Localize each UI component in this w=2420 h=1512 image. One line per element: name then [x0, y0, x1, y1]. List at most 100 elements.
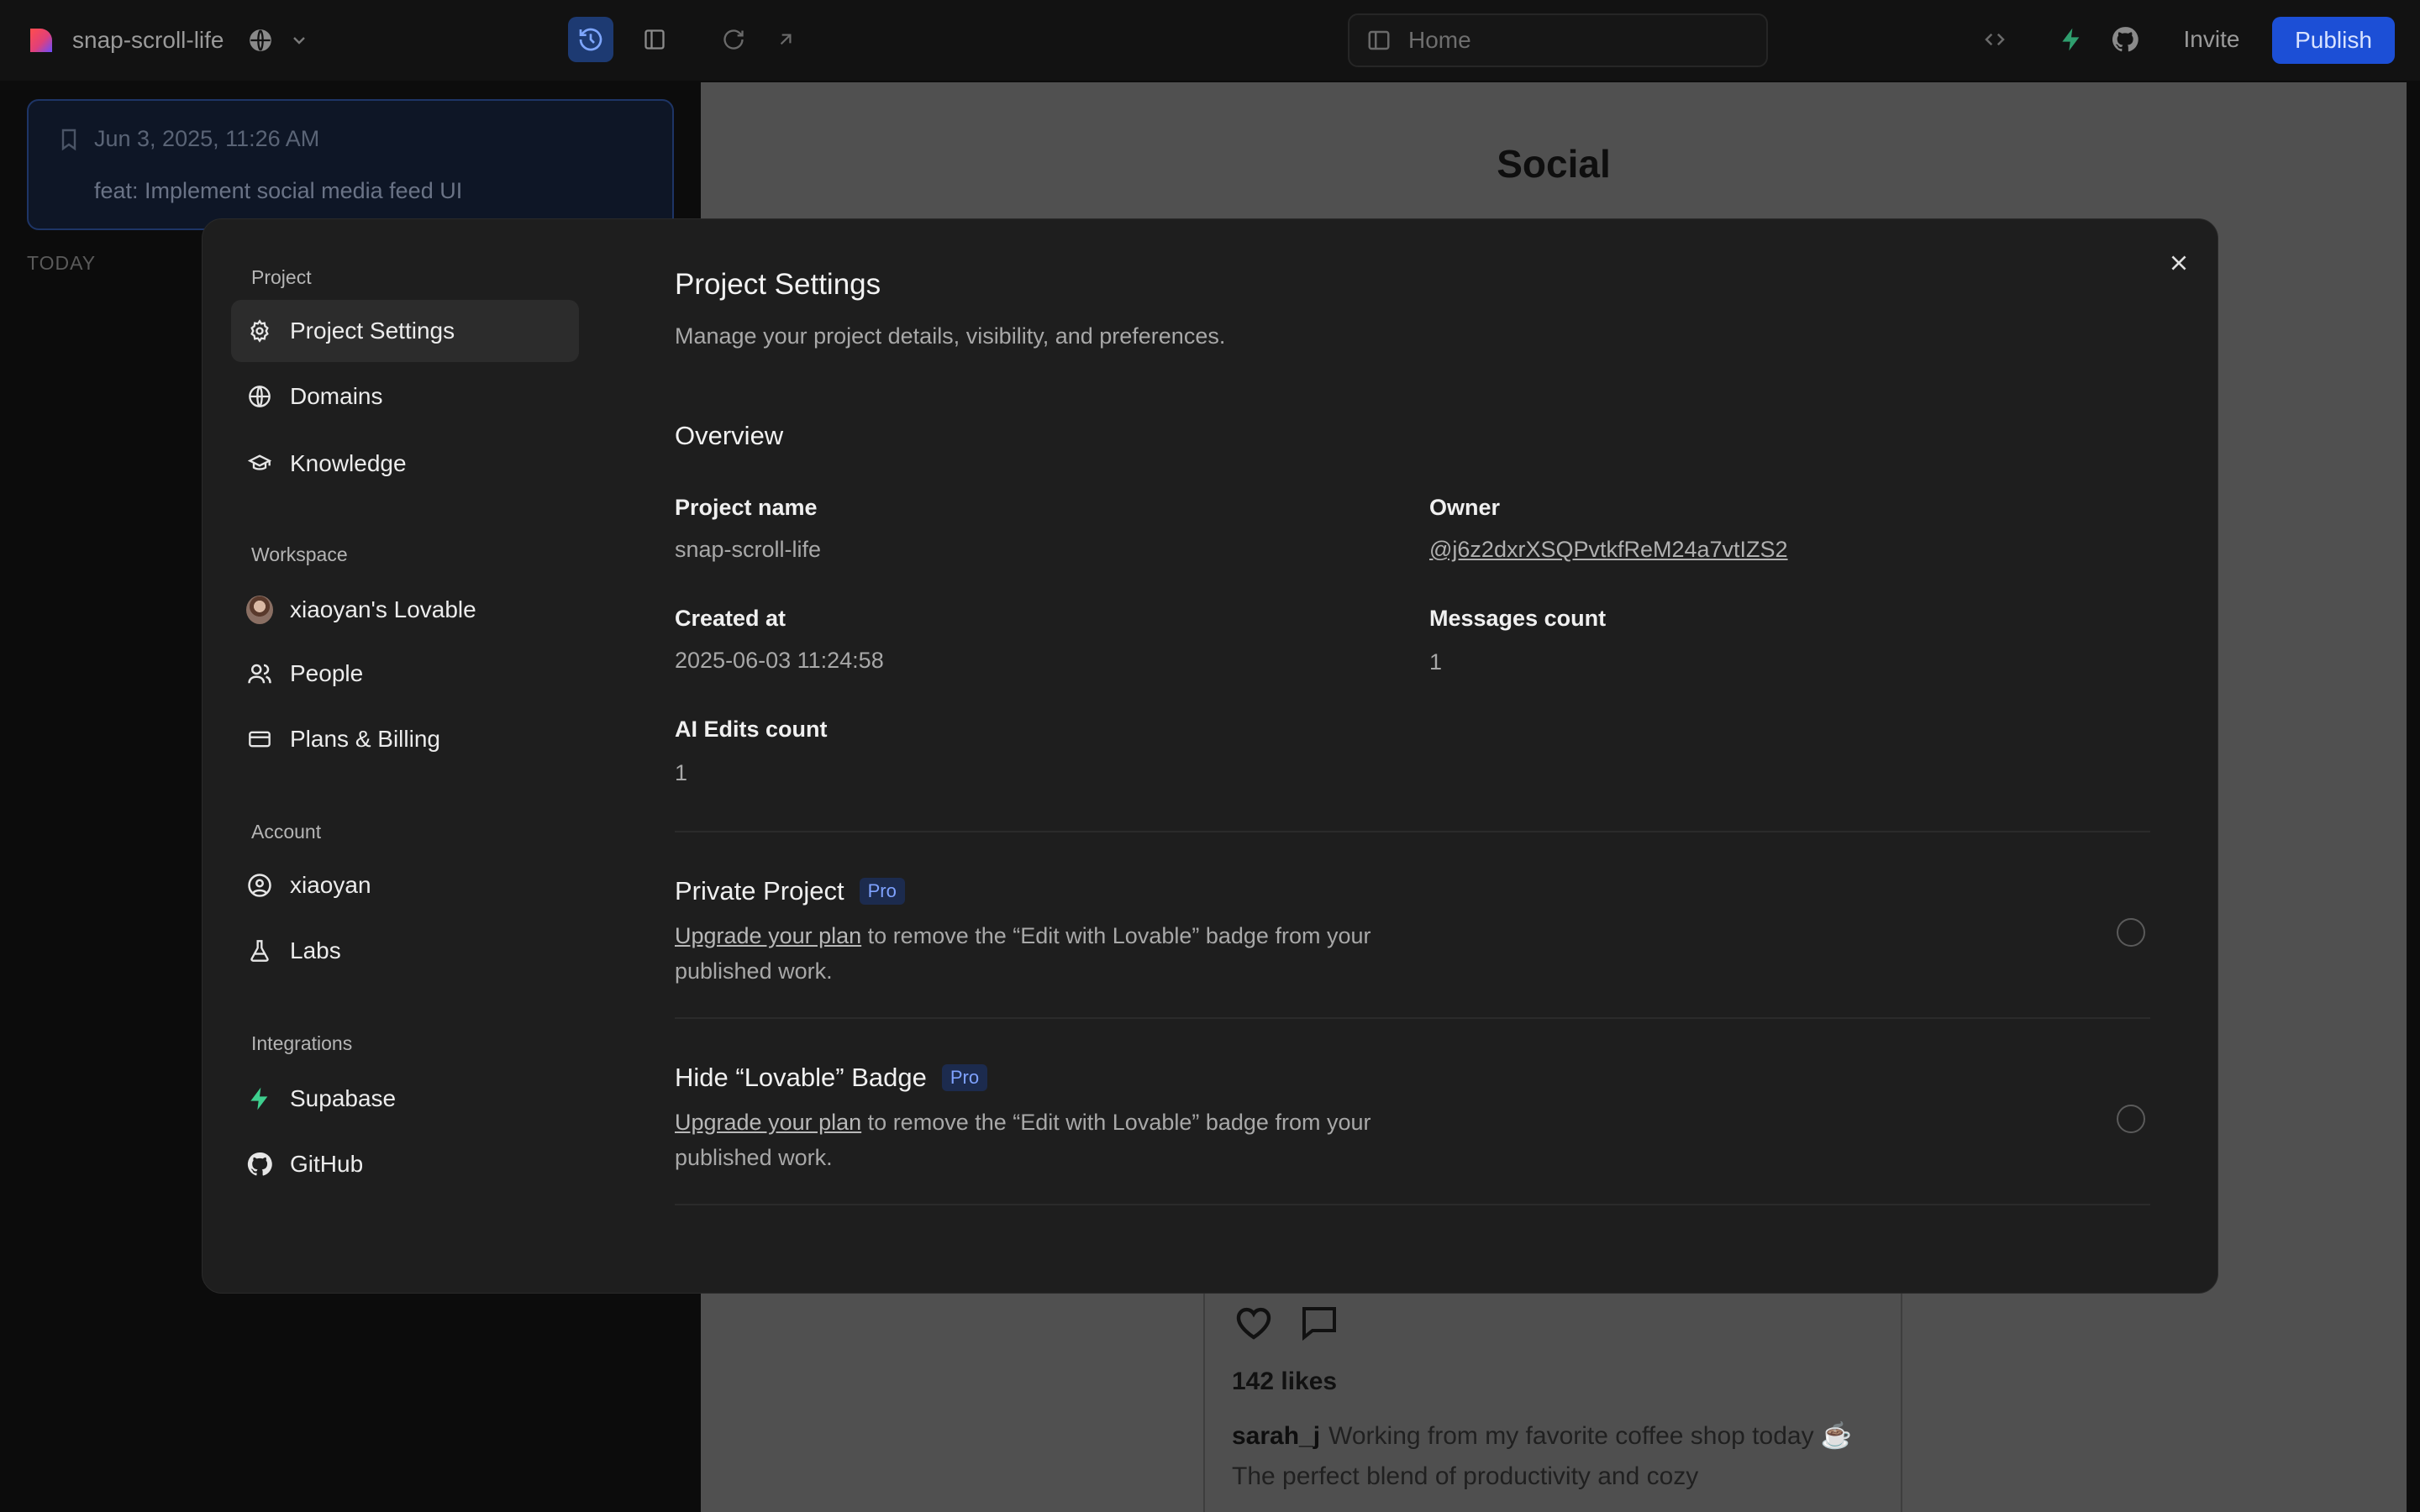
owner-link[interactable]: @j6z2dxrXSQPvtkfReM24a7vtIZS2	[1429, 537, 1788, 563]
option-title-text: Hide “Lovable” Badge	[675, 1063, 927, 1092]
messages-count-value: 1	[1429, 649, 1443, 675]
sidebar-icon	[644, 29, 665, 50]
project-name-label: Project name	[675, 495, 818, 520]
option-title-text: Private Project	[675, 876, 844, 906]
divider	[675, 831, 2150, 832]
nav-item-label: Labs	[290, 937, 341, 963]
nav-section-workspace: Workspace	[251, 543, 348, 565]
nav-item-label: GitHub	[290, 1151, 364, 1177]
top-bar: snap-scroll-life Home Invite Publish	[0, 0, 2420, 81]
history-icon	[579, 28, 602, 51]
flask-icon	[250, 940, 269, 962]
bookmark-icon[interactable]	[59, 128, 79, 151]
nav-item-label: Domains	[290, 383, 383, 409]
created-at-label: Created at	[675, 606, 786, 631]
created-at-value: 2025-06-03 11:24:58	[675, 648, 884, 673]
chevron-down-icon[interactable]	[289, 30, 309, 50]
code-icon	[1985, 33, 2005, 46]
gear-icon	[250, 319, 269, 343]
nav-item-github[interactable]: GitHub	[231, 1133, 579, 1195]
nav-item-label: Plans & Billing	[290, 726, 440, 752]
graduation-cap-icon	[248, 454, 271, 470]
history-entry-message: feat: Implement social media feed UI	[94, 178, 463, 203]
close-button[interactable]	[2160, 244, 2197, 281]
post-username[interactable]: sarah_j	[1232, 1422, 1320, 1450]
nav-item-knowledge[interactable]: Knowledge	[231, 433, 579, 495]
hide-badge-toggle[interactable]	[2117, 1105, 2145, 1133]
refresh-button[interactable]	[711, 17, 756, 62]
history-entry-date: Jun 3, 2025, 11:26 AM	[94, 126, 320, 151]
lovable-logo-icon[interactable]	[27, 25, 57, 55]
owner-label: Owner	[1429, 495, 1501, 520]
private-project-toggle[interactable]	[2117, 918, 2145, 947]
open-external-button[interactable]	[763, 17, 808, 62]
nav-item-label: Knowledge	[290, 450, 407, 476]
project-name-value: snap-scroll-life	[675, 537, 822, 562]
hide-badge-description: Upgrade your plan to remove the “Edit wi…	[675, 1105, 1414, 1175]
supabase-icon	[250, 1087, 268, 1110]
url-text: Home	[1408, 27, 1471, 53]
divider	[675, 1204, 2150, 1205]
pro-badge: Pro	[941, 1064, 988, 1091]
nav-item-label: Supabase	[290, 1085, 397, 1111]
project-name[interactable]: snap-scroll-life	[72, 24, 224, 57]
nav-item-workspace[interactable]: xiaoyan's Lovable	[231, 579, 579, 641]
url-bar[interactable]: Home	[1348, 13, 1768, 67]
page-title: Project Settings	[675, 268, 881, 301]
supabase-button[interactable]	[2049, 17, 2094, 62]
divider	[675, 1017, 2150, 1019]
private-project-title: Private Project Pro	[675, 876, 905, 906]
nav-item-supabase[interactable]: Supabase	[231, 1068, 579, 1130]
globe-icon	[249, 386, 271, 407]
project-settings-modal: Project Project Settings Domains Knowled…	[202, 218, 2218, 1294]
code-view-button[interactable]	[1960, 17, 2030, 62]
page-subtitle: Manage your project details, visibility,…	[675, 323, 1226, 349]
github-icon	[247, 1152, 272, 1176]
arrow-up-right-icon	[780, 34, 792, 45]
nav-section-account: Account	[251, 821, 322, 843]
nav-item-domains[interactable]: Domains	[231, 365, 579, 428]
avatar	[246, 596, 273, 624]
nav-section-integrations: Integrations	[251, 1032, 353, 1054]
nav-item-account[interactable]: xiaoyan	[231, 854, 579, 916]
post-caption: sarah_j Working from my favorite coffee s…	[1232, 1416, 1879, 1497]
refresh-icon	[723, 29, 744, 50]
nav-item-label: xiaoyan	[290, 872, 371, 898]
upgrade-plan-link[interactable]: Upgrade your plan	[675, 1110, 861, 1135]
user-circle-icon	[248, 874, 271, 897]
pro-badge: Pro	[859, 878, 905, 905]
heart-icon[interactable]	[1232, 1302, 1276, 1342]
publish-button[interactable]: Publish	[2272, 17, 2395, 64]
supabase-icon	[2062, 28, 2080, 51]
close-icon	[2171, 255, 2186, 270]
nav-item-label: xiaoyan's Lovable	[290, 596, 476, 622]
comment-icon[interactable]	[1299, 1302, 1339, 1342]
post-caption-text: Working from my favorite coffee shop tod…	[1232, 1422, 1853, 1490]
history-button[interactable]	[568, 17, 613, 62]
nav-item-people[interactable]: People	[231, 643, 579, 705]
users-icon	[248, 664, 271, 684]
credit-card-icon	[249, 731, 271, 748]
messages-count-label: Messages count	[1429, 606, 1607, 631]
nav-item-project-settings[interactable]: Project Settings	[231, 300, 579, 362]
ai-edits-label: AI Edits count	[675, 717, 828, 742]
nav-item-labs[interactable]: Labs	[231, 920, 579, 982]
private-project-description: Upgrade your plan to remove the “Edit wi…	[675, 918, 1414, 989]
feed-post: 142 likes sarah_j Working from my favorit…	[1203, 1292, 1902, 1512]
github-button[interactable]	[2102, 17, 2148, 62]
hide-badge-title: Hide “Lovable” Badge Pro	[675, 1063, 988, 1093]
likes-count: 142 likes	[1232, 1368, 1338, 1395]
preview-title: Social	[1497, 142, 1611, 186]
history-entry-card[interactable]: Jun 3, 2025, 11:26 AM feat: Implement so…	[27, 99, 674, 230]
ai-edits-value: 1	[675, 760, 688, 785]
nav-item-plans-billing[interactable]: Plans & Billing	[231, 708, 579, 770]
invite-button[interactable]: Invite	[2161, 17, 2262, 62]
toggle-sidebar-button[interactable]	[632, 17, 677, 62]
upgrade-plan-link[interactable]: Upgrade your plan	[675, 923, 861, 948]
overview-heading: Overview	[675, 421, 784, 450]
globe-icon[interactable]	[249, 29, 272, 52]
github-icon	[2112, 27, 2139, 52]
page-icon	[1368, 30, 1390, 50]
history-section-label: TODAY	[27, 252, 97, 274]
nav-item-label: Project Settings	[290, 318, 455, 344]
